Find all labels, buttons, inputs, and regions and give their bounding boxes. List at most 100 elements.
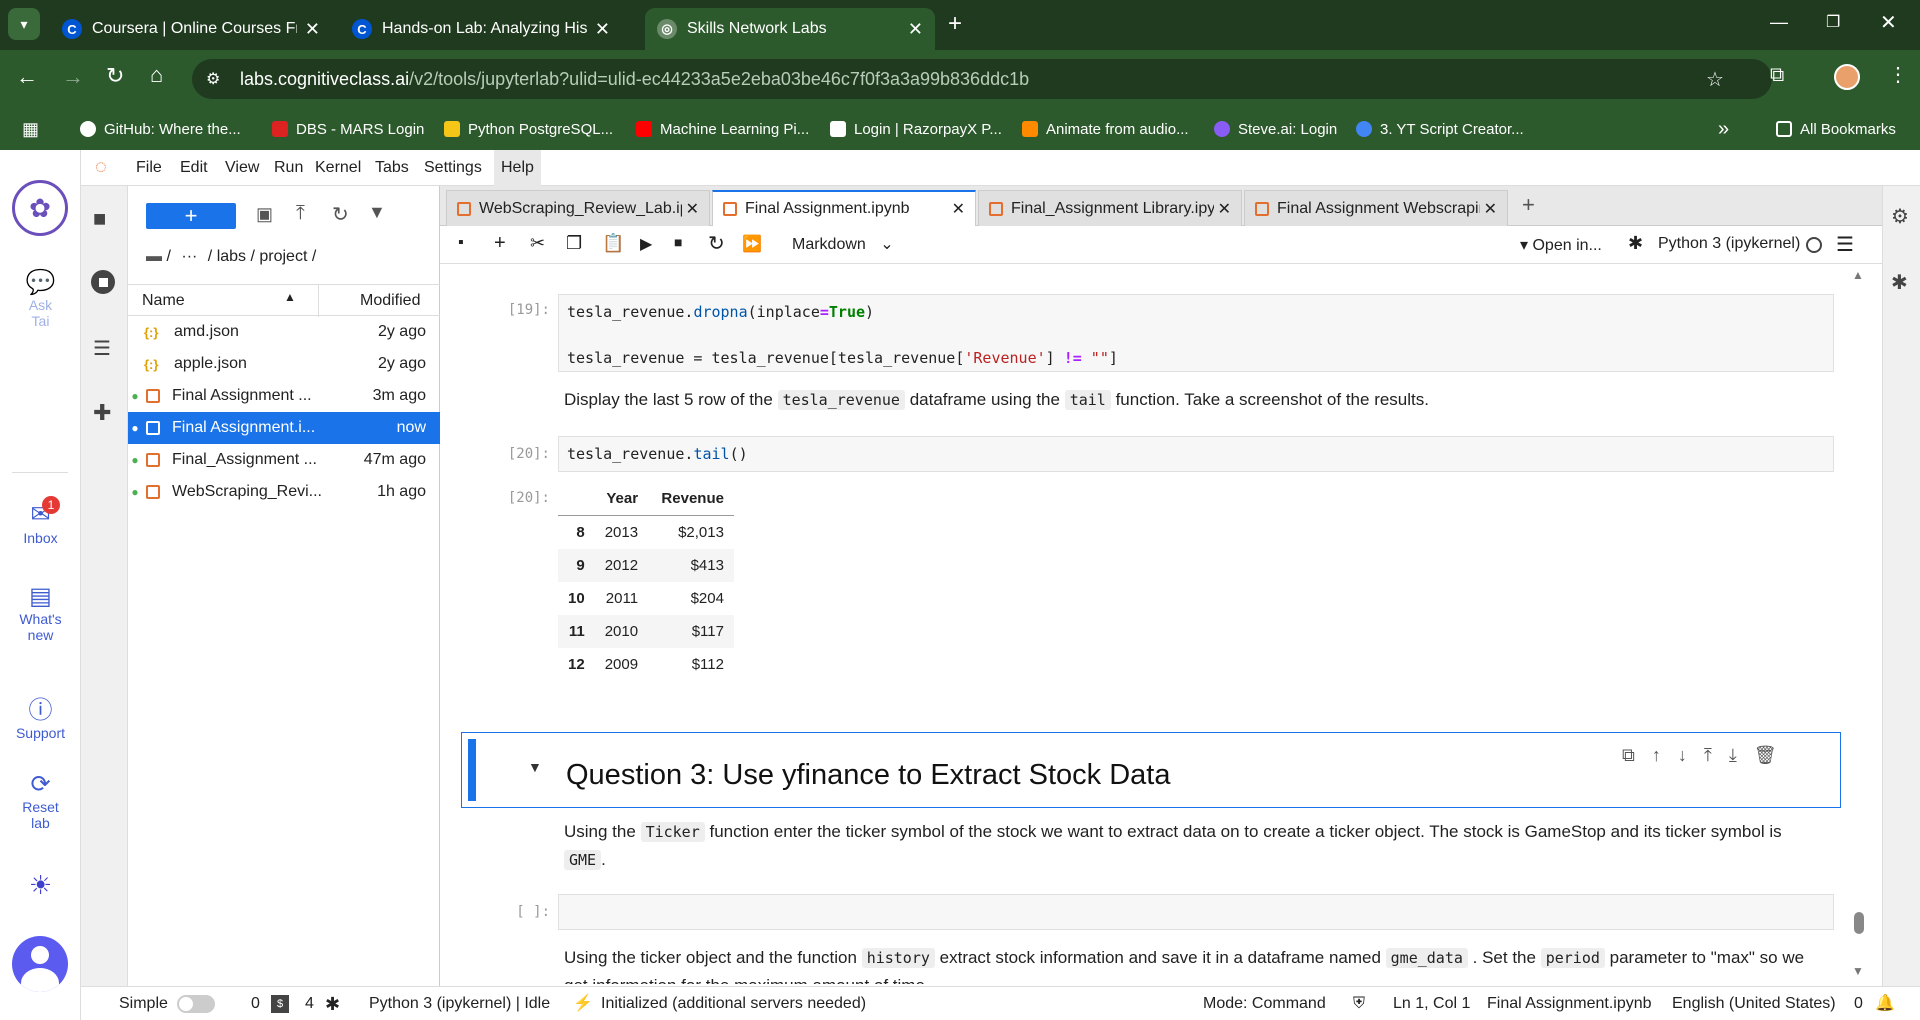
column-modified[interactable]: Modified: [360, 292, 420, 310]
menu-file[interactable]: File: [129, 150, 169, 186]
code-cell-20[interactable]: tesla_revenue.tail(): [558, 436, 1834, 472]
cut-icon[interactable]: ✂: [530, 233, 545, 254]
browser-tab-hands-on-lab[interactable]: C Hands-on Lab: Analyzing Histor ✕: [340, 8, 622, 50]
profile-avatar[interactable]: [1834, 64, 1860, 90]
paste-icon[interactable]: 📋: [602, 233, 624, 254]
minimize-icon[interactable]: —: [1770, 12, 1788, 33]
toc-icon[interactable]: ☰: [93, 336, 111, 361]
menu-kernel[interactable]: Kernel: [308, 150, 368, 186]
close-icon[interactable]: ✕: [595, 19, 610, 40]
lsp-icon[interactable]: ⚡: [573, 987, 593, 1020]
running-icon[interactable]: [91, 270, 115, 294]
doc-tab-final-assignment[interactable]: Final Assignment.ipynb ✕: [712, 190, 976, 226]
code-cell-19[interactable]: tesla_revenue.dropna(inplace=True) tesla…: [558, 294, 1834, 372]
markdown-cell-history[interactable]: Using the ticker object and the function…: [564, 944, 1814, 984]
new-tab-button[interactable]: +: [948, 10, 962, 38]
refresh-icon[interactable]: ↻: [332, 202, 349, 227]
breadcrumb-more[interactable]: ···: [181, 248, 197, 265]
duplicate-cell-icon[interactable]: ⧉: [1622, 745, 1635, 766]
breadcrumb-path[interactable]: / labs / project /: [208, 248, 317, 265]
move-up-icon[interactable]: ↑: [1652, 745, 1661, 766]
file-row[interactable]: {:} apple.json 2y ago: [128, 348, 440, 380]
menu-settings[interactable]: Settings: [417, 150, 489, 186]
support-button[interactable]: ⓘ Support: [0, 690, 81, 741]
insert-below-icon[interactable]: ⤓: [1729, 745, 1737, 766]
menu-edit[interactable]: Edit: [173, 150, 215, 186]
notebook-scrollbar[interactable]: ▲ ▼: [1852, 268, 1866, 984]
filter-icon[interactable]: ▼: [368, 202, 386, 223]
file-row[interactable]: ● WebScraping_Revi... 1h ago: [128, 476, 440, 508]
restart-icon[interactable]: ↻: [708, 231, 725, 256]
bookmark-animate[interactable]: Animate from audio...: [1022, 108, 1189, 150]
shield-icon[interactable]: ⛨: [1353, 987, 1365, 1020]
terminal-icon[interactable]: $: [271, 995, 289, 1013]
close-icon[interactable]: ✕: [686, 199, 699, 219]
apps-icon[interactable]: ▦: [22, 119, 39, 140]
markdown-cell-instruction[interactable]: Display the last 5 row of the tesla_reve…: [564, 390, 1429, 410]
file-row[interactable]: {:} amd.json 2y ago: [128, 316, 440, 348]
file-row[interactable]: ● Final Assignment ... 3m ago: [128, 380, 440, 412]
reload-icon[interactable]: ↻: [106, 63, 124, 89]
menu-view[interactable]: View: [218, 150, 266, 186]
insert-above-icon[interactable]: ⤒: [1704, 745, 1712, 766]
star-icon[interactable]: ☆: [1706, 67, 1724, 92]
simple-mode-toggle[interactable]: [177, 995, 215, 1013]
extensions-icon[interactable]: ⧉: [1770, 64, 1784, 87]
bookmark-steve-ai[interactable]: Steve.ai: Login: [1214, 108, 1337, 150]
new-folder-icon[interactable]: ▣: [256, 204, 273, 225]
property-inspector-icon[interactable]: ⚙: [1891, 204, 1909, 229]
window-close-icon[interactable]: ✕: [1880, 10, 1897, 35]
file-row[interactable]: ● Final_Assignment ... 47m ago: [128, 444, 440, 476]
lsp-status[interactable]: Initialized (additional servers needed): [601, 987, 866, 1020]
close-icon[interactable]: ✕: [1484, 199, 1497, 219]
copy-icon[interactable]: ❐: [566, 233, 582, 254]
upload-icon[interactable]: ⤒: [296, 202, 305, 225]
hamburger-menu-icon[interactable]: ☰: [1836, 232, 1854, 257]
bookmark-python-postgresql[interactable]: Python PostgreSQL...: [444, 108, 613, 150]
folder-icon[interactable]: ▬: [146, 248, 162, 265]
doc-tab-webscraping[interactable]: WebScraping_Review_Lab.ipy ✕: [446, 190, 710, 226]
forward-icon[interactable]: →: [62, 64, 84, 90]
kernel-icon[interactable]: ✱: [325, 987, 340, 1020]
delete-cell-icon[interactable]: 🗑: [1754, 745, 1777, 766]
new-tab-button[interactable]: +: [1522, 192, 1535, 218]
folder-icon[interactable]: ■: [93, 206, 106, 232]
open-in-button[interactable]: ▾ Open in...: [1520, 235, 1602, 255]
selected-cell[interactable]: ▼ Question 3: Use yfinance to Extract St…: [461, 732, 1841, 808]
address-bar[interactable]: ⚙ labs.cognitiveclass.ai/v2/tools/jupyte…: [192, 59, 1772, 99]
close-icon[interactable]: ✕: [908, 19, 923, 40]
empty-code-cell[interactable]: [558, 894, 1834, 930]
menu-help[interactable]: Help: [494, 150, 541, 186]
close-icon[interactable]: ✕: [1218, 199, 1231, 219]
whats-new-button[interactable]: ▤ What's new: [0, 582, 81, 643]
kernel-name[interactable]: Python 3 (ipykernel): [1658, 235, 1800, 253]
language-status[interactable]: English (United States): [1672, 987, 1836, 1020]
run-icon[interactable]: ▶: [640, 234, 652, 254]
inbox-button[interactable]: ✉ 1 Inbox: [0, 496, 81, 546]
close-icon[interactable]: ✕: [305, 19, 320, 40]
bookmarks-overflow[interactable]: »: [1718, 108, 1729, 150]
stop-icon[interactable]: ■: [674, 234, 682, 250]
home-icon[interactable]: ⌂: [150, 62, 163, 88]
bell-icon[interactable]: 🔔: [1875, 987, 1895, 1020]
move-down-icon[interactable]: ↓: [1678, 745, 1687, 766]
site-info-icon[interactable]: ⚙: [206, 69, 220, 89]
new-launcher-button[interactable]: +: [146, 203, 236, 229]
browser-tab-coursera[interactable]: C Coursera | Online Courses From ✕: [50, 8, 332, 50]
back-icon[interactable]: ←: [16, 64, 38, 90]
reset-lab-button[interactable]: ⟳ Reset lab: [0, 770, 81, 831]
doc-tab-final-assignment-library[interactable]: Final_Assignment Library.ipyr ✕: [978, 190, 1242, 226]
breadcrumb-root[interactable]: /: [166, 248, 170, 265]
close-icon[interactable]: ✕: [952, 199, 965, 219]
user-avatar[interactable]: [12, 936, 68, 992]
scroll-down-icon[interactable]: ▼: [1852, 964, 1864, 978]
all-bookmarks[interactable]: All Bookmarks: [1776, 108, 1896, 150]
save-icon[interactable]: ▪: [458, 234, 464, 252]
tab-search-button[interactable]: ▾: [8, 8, 40, 40]
file-row[interactable]: ● Final Assignment.i... now: [128, 412, 440, 444]
scroll-up-icon[interactable]: ▲: [1852, 268, 1864, 282]
extension-icon[interactable]: ✚: [93, 400, 111, 426]
debugger-panel-icon[interactable]: ✱: [1891, 270, 1908, 295]
column-name[interactable]: Name: [142, 292, 185, 310]
bookmark-github[interactable]: GitHub: Where the...: [80, 108, 241, 150]
